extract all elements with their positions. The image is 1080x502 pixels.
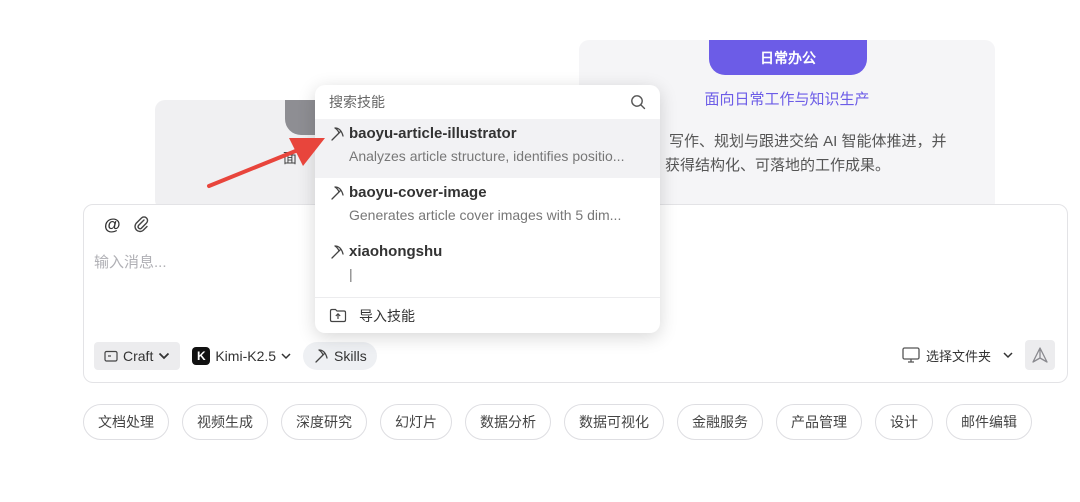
skill-item-title: xiaohongshu (329, 243, 646, 260)
skills-button[interactable]: Skills (303, 342, 377, 370)
skill-item[interactable]: baoyu-article-illustrator Analyzes artic… (315, 119, 660, 178)
folder-select-label: 选择文件夹 (925, 348, 991, 364)
chip[interactable]: 设计 (875, 404, 933, 440)
skill-item-name: baoyu-cover-image (349, 184, 487, 201)
skill-item[interactable]: baoyu-cover-image Generates article cove… (315, 178, 660, 237)
skill-item[interactable]: xiaohongshu | (315, 237, 660, 296)
mode-selector-button[interactable]: Craft (94, 342, 181, 370)
import-skill-label: 导入技能 (359, 307, 415, 324)
monitor-icon (902, 347, 920, 363)
attachment-icon[interactable] (133, 215, 149, 238)
category-chips: 文档处理 视频生成 深度研究 幻灯片 数据分析 数据可视化 金融服务 产品管理 … (83, 404, 1032, 440)
composer-top-tools: @ (104, 215, 149, 238)
composer-toolbar: Craft K Kimi-K2.5 Skills (94, 342, 377, 370)
chip[interactable]: 数据分析 (465, 404, 551, 440)
model-selector-button[interactable]: K Kimi-K2.5 (188, 347, 295, 365)
skill-item-name: baoyu-article-illustrator (349, 125, 517, 142)
kimi-logo-icon: K (192, 347, 211, 365)
search-icon[interactable] (630, 94, 646, 110)
scenario-card-desc-line1: 写作、规划与跟进交给 AI 智能体推进，并 (669, 133, 947, 150)
pickaxe-icon (315, 349, 328, 363)
skills-popup: 搜索技能 baoyu-article-illustrator Analyzes … (315, 85, 660, 333)
chip[interactable]: 深度研究 (281, 404, 367, 440)
model-selector-label: Kimi-K2.5 (215, 348, 277, 364)
chip[interactable]: 幻灯片 (380, 404, 452, 440)
chip[interactable]: 邮件编辑 (946, 404, 1032, 440)
skill-item-description: | (349, 266, 353, 282)
app-stage: 面 日常办公 面向日常工作与知识生产 写作、规划与跟进交给 AI 智能体推进，并… (0, 0, 1080, 502)
chip[interactable]: 视频生成 (182, 404, 268, 440)
annotation-arrow (207, 138, 325, 188)
scenario-card-description: 写作、规划与跟进交给 AI 智能体推进，并 获得结构化、可落地的工作成果。 (615, 130, 975, 178)
import-skill-button[interactable]: 导入技能 (315, 297, 660, 333)
skill-item-description: Analyzes article structure, identifies p… (349, 148, 625, 164)
scenario-card-desc-line2: 获得结构化、可落地的工作成果。 (665, 157, 891, 174)
skills-search-input[interactable]: 搜索技能 (329, 92, 385, 112)
chip[interactable]: 产品管理 (776, 404, 862, 440)
folder-select-button[interactable]: 选择文件夹 (902, 346, 1013, 365)
chevron-down-icon (159, 352, 170, 360)
message-input[interactable]: 输入消息... (94, 251, 167, 272)
composer-right-tools: 选择文件夹 (902, 340, 1055, 370)
folder-icon (104, 350, 118, 362)
chip[interactable]: 数据可视化 (564, 404, 664, 440)
chip[interactable]: 文档处理 (83, 404, 169, 440)
skills-button-label: Skills (334, 348, 367, 364)
send-icon (1032, 347, 1048, 363)
upload-folder-icon (329, 308, 347, 323)
skills-search-bar[interactable]: 搜索技能 (315, 85, 660, 119)
chevron-down-icon (1003, 351, 1013, 358)
send-button[interactable] (1025, 340, 1055, 370)
skill-item-title: baoyu-cover-image (329, 184, 646, 201)
scenario-card-tab: 日常办公 (709, 40, 867, 75)
skill-item-description: Generates article cover images with 5 di… (349, 207, 622, 223)
pickaxe-icon (331, 244, 344, 259)
skill-item-title: baoyu-article-illustrator (329, 125, 646, 142)
chip[interactable]: 金融服务 (677, 404, 763, 440)
mode-selector-label: Craft (123, 348, 154, 364)
mention-icon[interactable]: @ (104, 215, 121, 238)
chevron-down-icon (281, 352, 291, 359)
skill-item-name: xiaohongshu (349, 243, 443, 260)
